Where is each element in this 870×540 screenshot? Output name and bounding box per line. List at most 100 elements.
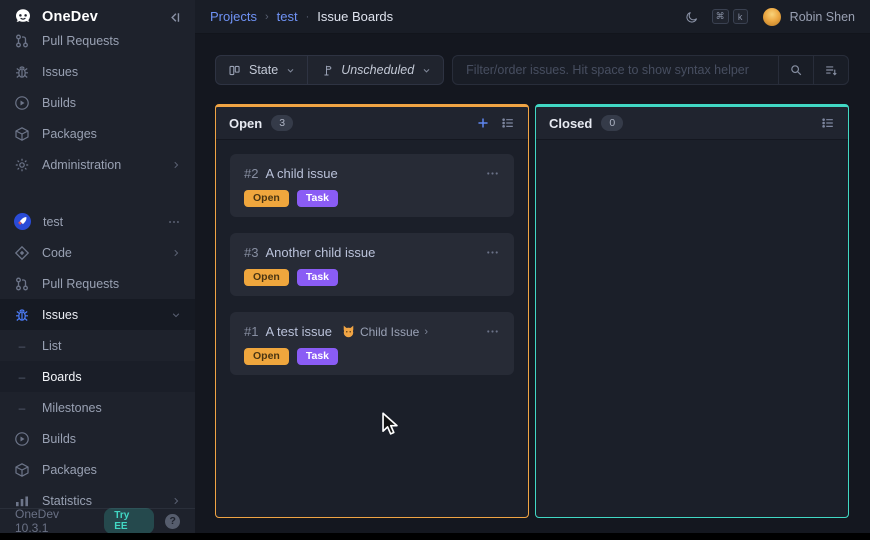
- pull-request-icon: [14, 276, 30, 292]
- board-switcher-group: State Unscheduled: [215, 55, 444, 85]
- main-content: State Unscheduled: [195, 34, 870, 533]
- issue-number: #3: [244, 245, 258, 260]
- column-count-badge: 3: [271, 115, 293, 131]
- issue-boards: Open 3 #2 A child issue: [215, 104, 849, 518]
- list-view-icon[interactable]: [821, 116, 835, 130]
- topbar: OneDev Projects › test · Issue Boards ⌘ …: [0, 0, 870, 34]
- sidebar-item-project-test[interactable]: test: [0, 206, 195, 237]
- issue-card-3[interactable]: #3 Another child issue Open Task: [230, 233, 514, 296]
- milestone-filter-button[interactable]: Unscheduled: [307, 56, 443, 84]
- issue-title[interactable]: Another child issue: [265, 245, 375, 260]
- dark-mode-icon[interactable]: [685, 10, 699, 24]
- user-avatar[interactable]: [763, 8, 781, 26]
- user-name[interactable]: Robin Shen: [790, 10, 855, 24]
- sidebar: Pull Requests Issues Builds Packages Adm: [0, 34, 195, 533]
- project-avatar-icon: [14, 213, 31, 230]
- sidebar-item-label: Code: [42, 246, 159, 260]
- column-title: Closed: [549, 116, 592, 131]
- filter-bar: [452, 55, 849, 85]
- sidebar-item-project-issues[interactable]: Issues: [0, 299, 195, 330]
- child-issue-avatar-icon: [342, 325, 355, 338]
- sidebar-item-code[interactable]: Code: [0, 237, 195, 268]
- column-body-open: #2 A child issue Open Task #3 Anothe: [216, 140, 528, 517]
- list-view-icon[interactable]: [501, 116, 515, 130]
- add-issue-icon[interactable]: [476, 116, 490, 130]
- column-header-closed: Closed 0: [536, 107, 848, 140]
- sidebar-item-issues-milestones[interactable]: – Milestones: [0, 392, 195, 423]
- bottom-letterbox: [0, 533, 870, 540]
- column-header-open: Open 3: [216, 107, 528, 140]
- package-icon: [14, 126, 30, 142]
- card-menu-icon[interactable]: [485, 166, 500, 181]
- sidebar-item-project-pull-requests[interactable]: Pull Requests: [0, 268, 195, 299]
- sidebar-item-label: Milestones: [42, 401, 181, 415]
- dash-icon: –: [14, 339, 30, 353]
- board-column-closed: Closed 0: [535, 104, 849, 518]
- code-icon: [14, 245, 30, 261]
- sidebar-item-label: Pull Requests: [42, 277, 181, 291]
- sidebar-item-label: Builds: [42, 432, 181, 446]
- board-toolbar: State Unscheduled: [215, 55, 849, 85]
- sidebar-item-label: Issues: [42, 65, 181, 79]
- sidebar-item-issues-list[interactable]: – List: [0, 330, 195, 361]
- order-icon[interactable]: [813, 56, 848, 84]
- sidebar-item-label: Statistics: [42, 494, 159, 508]
- bug-icon: [14, 64, 30, 80]
- child-issue-link[interactable]: Child Issue ›: [342, 325, 428, 339]
- sidebar-item-administration[interactable]: Administration: [0, 149, 195, 180]
- sidebar-item-label: Issues: [42, 308, 159, 322]
- milestone-icon: [320, 64, 333, 77]
- project-name-label: test: [43, 215, 155, 229]
- sidebar-item-label: List: [42, 339, 181, 353]
- sidebar-footer: OneDev 10.3.1 Try EE ?: [0, 508, 195, 533]
- sidebar-collapse-icon[interactable]: [167, 10, 182, 25]
- breadcrumb: Projects › test · Issue Boards: [210, 9, 393, 24]
- dash-icon: –: [14, 401, 30, 415]
- filter-input[interactable]: [453, 56, 778, 84]
- sidebar-item-packages[interactable]: Packages: [0, 118, 195, 149]
- issue-title[interactable]: A child issue: [265, 166, 337, 181]
- sidebar-item-issues-boards[interactable]: – Boards: [0, 361, 195, 392]
- column-actions: [476, 116, 515, 130]
- breadcrumb-current-page: Issue Boards: [317, 9, 393, 24]
- sidebar-item-label: Packages: [42, 463, 181, 477]
- card-menu-icon[interactable]: [485, 245, 500, 260]
- issue-card-2[interactable]: #2 A child issue Open Task: [230, 154, 514, 217]
- child-issue-link-label: Child Issue: [360, 325, 419, 339]
- k-key: k: [733, 9, 748, 24]
- issue-number: #1: [244, 324, 258, 339]
- ellipsis-icon[interactable]: [167, 215, 181, 229]
- gear-icon: [14, 157, 30, 173]
- issue-card-1[interactable]: #1 A test issue Child Issue ›: [230, 312, 514, 375]
- column-body-closed: [536, 140, 848, 517]
- chevron-down-icon: [286, 66, 295, 75]
- bug-icon: [14, 307, 30, 323]
- search-icon[interactable]: [778, 56, 813, 84]
- sidebar-item-project-builds[interactable]: Builds: [0, 423, 195, 454]
- sidebar-item-builds[interactable]: Builds: [0, 87, 195, 118]
- help-icon[interactable]: ?: [165, 514, 180, 529]
- sidebar-item-label: Administration: [42, 158, 159, 172]
- sidebar-item-label: Boards: [42, 370, 181, 384]
- version-label: OneDev 10.3.1: [15, 507, 93, 533]
- search-shortcut-hint: ⌘ k: [712, 9, 748, 24]
- cmd-key: ⌘: [712, 9, 729, 24]
- pull-request-icon: [14, 34, 30, 49]
- issue-title[interactable]: A test issue: [265, 324, 331, 339]
- try-ee-badge[interactable]: Try EE: [104, 508, 154, 533]
- state-badge: Open: [244, 269, 289, 286]
- sidebar-item-project-packages[interactable]: Packages: [0, 454, 195, 485]
- breadcrumb-project-link[interactable]: test: [277, 9, 298, 24]
- chevron-right-icon: [171, 248, 181, 258]
- card-menu-icon[interactable]: [485, 324, 500, 339]
- state-board-button[interactable]: State: [216, 56, 307, 84]
- sidebar-section-gap: [0, 180, 195, 206]
- breadcrumb-separator: ›: [265, 11, 269, 23]
- state-badge: Open: [244, 190, 289, 207]
- chevron-down-icon: [422, 66, 431, 75]
- breadcrumb-separator: ·: [306, 11, 310, 23]
- sidebar-item-pull-requests[interactable]: Pull Requests: [0, 34, 195, 56]
- breadcrumb-projects-link[interactable]: Projects: [210, 9, 257, 24]
- state-board-label: State: [249, 63, 278, 77]
- sidebar-item-issues[interactable]: Issues: [0, 56, 195, 87]
